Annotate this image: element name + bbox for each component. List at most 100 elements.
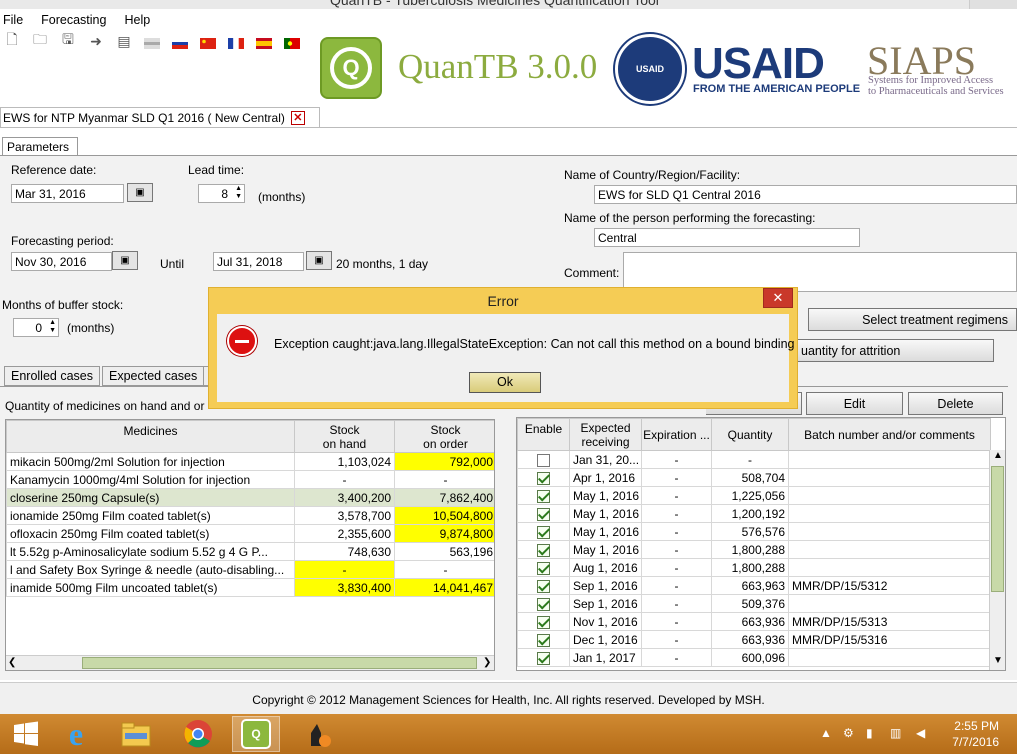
report-icon[interactable]: ▤ <box>114 32 134 50</box>
quantity-cell[interactable]: 1,800,288 <box>711 558 789 577</box>
volume-icon[interactable]: ◀ <box>916 726 925 740</box>
new-file-icon[interactable]: 🗋 <box>2 31 22 50</box>
edit-button[interactable]: Edit <box>806 392 903 415</box>
dialog-close-button[interactable]: ✕ <box>763 288 793 308</box>
comment-field[interactable] <box>623 252 1017 292</box>
column-header-batch[interactable]: Batch number and/or comments <box>788 418 991 451</box>
quantity-cell[interactable]: 1,225,056 <box>711 486 789 505</box>
period-end-field[interactable]: Jul 31, 2018 <box>213 252 304 271</box>
column-header-stock-on-hand[interactable]: Stock on hand <box>294 420 395 453</box>
table-row[interactable]: Sep 1, 2016-663,963 MMR/DP/15/5312 <box>517 576 991 595</box>
table-row[interactable]: Dec 1, 2016-663,936 MMR/DP/15/5316 <box>517 630 991 649</box>
spinner-arrows-icon[interactable]: ▲ ▼ <box>49 319 56 335</box>
table-row[interactable]: May 1, 2016-1,200,192 <box>517 504 991 523</box>
expiration-cell[interactable]: - <box>641 486 712 505</box>
quantity-cell[interactable]: - <box>711 450 789 469</box>
spinner-arrows-icon[interactable]: ▲ ▼ <box>235 185 242 201</box>
stock-on-order-cell[interactable]: 14,041,467 <box>394 578 494 597</box>
expiration-cell[interactable]: - <box>641 450 712 469</box>
close-icon[interactable]: ✕ <box>290 111 305 125</box>
enable-checkbox[interactable] <box>537 543 550 557</box>
java-app-icon[interactable] <box>294 716 342 752</box>
stock-on-order-cell[interactable]: 792,000 <box>394 452 494 471</box>
expected-receiving-cell[interactable]: Aug 1, 2016 <box>569 558 642 577</box>
batch-cell[interactable] <box>788 594 991 613</box>
table-row[interactable]: Sep 1, 2016-509,376 <box>517 594 991 613</box>
quantity-attrition-button[interactable]: uantity for attrition <box>790 339 994 362</box>
internet-explorer-icon[interactable]: e <box>52 716 100 752</box>
table-row[interactable]: May 1, 2016-576,576 <box>517 522 991 541</box>
quantity-cell[interactable]: 663,936 <box>711 612 789 631</box>
enable-checkbox[interactable] <box>537 453 550 467</box>
table-row[interactable]: l and Safety Box Syringe & needle (auto-… <box>6 560 494 579</box>
batch-cell[interactable] <box>788 648 991 667</box>
quantb-taskbar-icon[interactable]: Q <box>232 716 280 752</box>
scroll-down-icon[interactable]: ▼ <box>993 655 1003 666</box>
scroll-up-icon[interactable]: ▲ <box>993 450 1003 461</box>
period-start-field[interactable]: Nov 30, 2016 <box>11 252 112 271</box>
batch-cell[interactable]: MMR/DP/15/5312 <box>788 576 991 595</box>
stock-on-hand-cell[interactable]: 748,630 <box>294 542 395 561</box>
column-header-medicines[interactable]: Medicines <box>6 420 295 453</box>
stock-on-hand-cell[interactable]: - <box>294 560 395 579</box>
expiration-cell[interactable]: - <box>641 558 712 577</box>
table-row[interactable]: Jan 1, 2017-600,096 <box>517 648 991 667</box>
scrollbar-thumb[interactable] <box>991 466 1004 592</box>
batch-cell[interactable] <box>788 558 991 577</box>
enable-checkbox[interactable] <box>537 579 550 593</box>
enable-cell[interactable] <box>517 558 570 577</box>
file-explorer-icon[interactable] <box>112 716 160 752</box>
flag-spain-icon[interactable] <box>254 32 274 50</box>
tab-enrolled-cases[interactable]: Enrolled cases <box>4 366 100 386</box>
quantity-cell[interactable]: 509,376 <box>711 594 789 613</box>
calendar-icon[interactable]: ▣ <box>112 251 138 270</box>
menu-help[interactable]: Help <box>121 13 153 27</box>
stock-on-order-cell[interactable]: 9,874,800 <box>394 524 494 543</box>
enable-cell[interactable] <box>517 540 570 559</box>
buffer-stock-stepper[interactable]: 0 ▲ ▼ <box>13 318 59 337</box>
enable-checkbox[interactable] <box>537 633 550 647</box>
scrollbar-thumb[interactable] <box>82 657 477 669</box>
stock-on-hand-cell[interactable]: 3,578,700 <box>294 506 395 525</box>
expiration-cell[interactable]: - <box>641 468 712 487</box>
enable-checkbox[interactable] <box>537 561 550 575</box>
column-header-expected-receiving[interactable]: Expected receiving <box>569 418 642 451</box>
batch-cell[interactable] <box>788 504 991 523</box>
scroll-right-icon[interactable]: ❯ <box>483 657 491 668</box>
window-close-button[interactable] <box>969 0 1017 9</box>
stock-on-hand-cell[interactable]: 3,830,400 <box>294 578 395 597</box>
select-treatment-regimens-button[interactable]: Select treatment regimens <box>808 308 1017 331</box>
batch-cell[interactable]: MMR/DP/15/5313 <box>788 612 991 631</box>
lead-time-stepper[interactable]: 8 ▲ ▼ <box>198 184 245 203</box>
stock-on-hand-cell[interactable]: 3,400,200 <box>294 488 395 507</box>
expiration-cell[interactable]: - <box>641 594 712 613</box>
quantity-cell[interactable]: 663,936 <box>711 630 789 649</box>
quantity-cell[interactable]: 1,800,288 <box>711 540 789 559</box>
enable-checkbox[interactable] <box>537 489 550 503</box>
tab-parameters[interactable]: Parameters <box>2 137 78 156</box>
table-row[interactable]: Aug 1, 2016-1,800,288 <box>517 558 991 577</box>
quantity-cell[interactable]: 576,576 <box>711 522 789 541</box>
person-field[interactable]: Central <box>594 228 860 247</box>
table-row[interactable]: May 1, 2016-1,800,288 <box>517 540 991 559</box>
reference-date-field[interactable]: Mar 31, 2016 <box>11 184 124 203</box>
table-row[interactable]: Jan 31, 20... - - <box>517 450 991 469</box>
save-icon[interactable]: 🖫 <box>58 31 78 50</box>
stock-on-order-cell[interactable]: - <box>394 560 494 579</box>
enable-cell[interactable] <box>517 486 570 505</box>
column-header-stock-on-order[interactable]: Stock on order <box>394 420 494 453</box>
expected-receiving-cell[interactable]: May 1, 2016 <box>569 522 642 541</box>
stock-on-order-cell[interactable]: 7,862,400 <box>394 488 494 507</box>
tab-expected-cases[interactable]: Expected cases <box>102 366 205 386</box>
show-hidden-icons-icon[interactable]: ▲ <box>820 726 832 740</box>
stock-on-hand-cell[interactable]: 2,355,600 <box>294 524 395 543</box>
document-tab[interactable]: EWS for NTP Myanmar SLD Q1 2016 ( New Ce… <box>0 107 320 128</box>
flag-china-icon[interactable] <box>198 32 218 50</box>
enable-cell[interactable] <box>517 450 570 469</box>
power-icon[interactable]: ▮ <box>866 726 873 740</box>
enable-checkbox[interactable] <box>537 615 550 629</box>
table-row[interactable]: ofloxacin 250mg Film coated tablet(s) 2,3… <box>6 524 494 543</box>
expected-receiving-cell[interactable]: Nov 1, 2016 <box>569 612 642 631</box>
expected-receiving-cell[interactable]: May 1, 2016 <box>569 504 642 523</box>
batch-cell[interactable] <box>788 522 991 541</box>
